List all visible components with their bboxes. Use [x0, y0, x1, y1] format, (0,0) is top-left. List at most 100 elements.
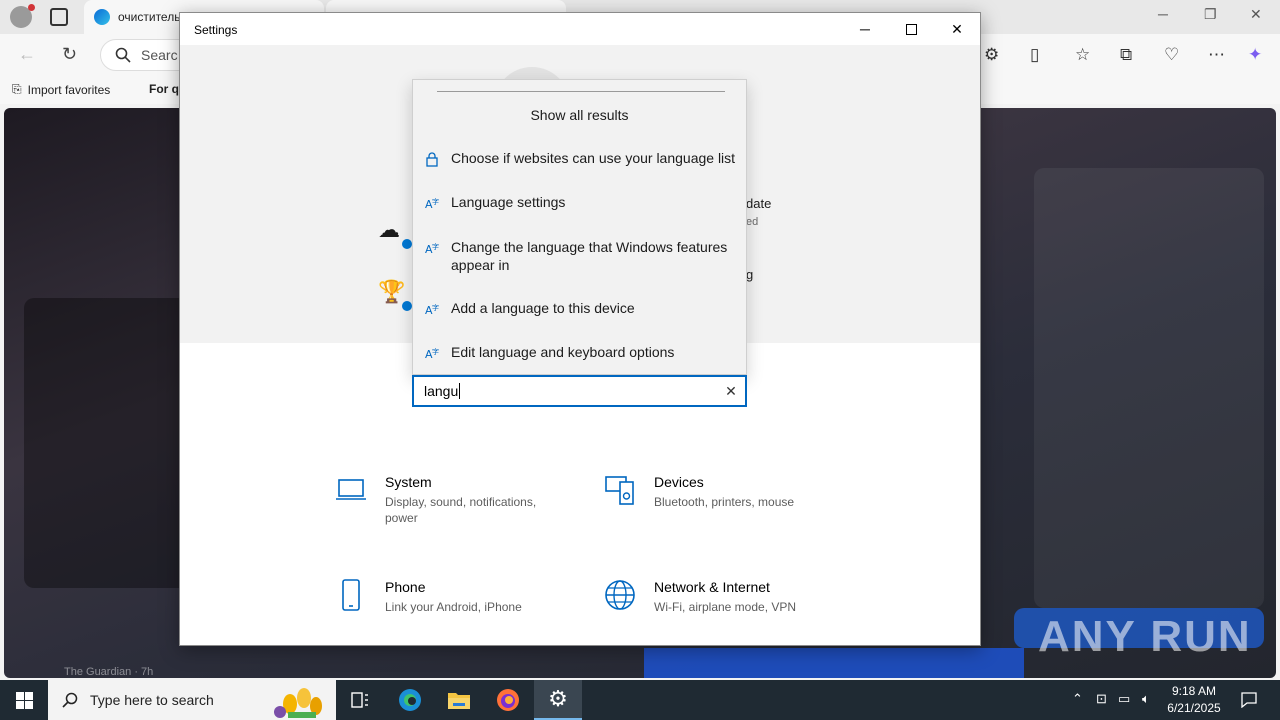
collections-icon[interactable]: ⧉ — [1120, 45, 1132, 65]
edge-close-icon[interactable]: ✕ — [1250, 6, 1262, 23]
language-icon: A字 — [425, 240, 439, 256]
profile-avatar[interactable] — [10, 4, 35, 28]
anyrun-watermark: ANY RUN — [1038, 612, 1252, 661]
category-title: Network & Internet — [654, 579, 770, 595]
firefox-icon — [497, 689, 519, 711]
suggestion-item[interactable]: A字 Edit language and keyboard options — [425, 343, 740, 361]
svg-text:字: 字 — [432, 347, 439, 356]
rewards-status[interactable]: 🏆 — [378, 277, 414, 313]
copilot-icon[interactable]: ✦ — [1248, 45, 1262, 65]
edge-tab-favicon-icon — [94, 9, 110, 25]
laptop-icon — [335, 474, 367, 506]
blurred-strip — [644, 648, 1024, 678]
notifications-button[interactable] — [1226, 680, 1272, 720]
suggestion-item[interactable]: A字 Change the language that Windows feat… — [425, 238, 740, 274]
windows-logo-icon — [15, 691, 33, 709]
minimize-button[interactable]: ─ — [842, 13, 888, 45]
svg-text:字: 字 — [432, 303, 439, 312]
import-icon: ⎘ — [12, 82, 22, 96]
task-view-button[interactable] — [336, 680, 384, 720]
file-explorer-button[interactable] — [435, 680, 483, 720]
category-desc: Link your Android, iPhone — [385, 600, 522, 614]
category-devices[interactable]: Devices Bluetooth, printers, mouse — [604, 474, 824, 510]
show-hidden-icons[interactable]: ⌃ — [1072, 691, 1083, 707]
show-all-results[interactable]: Show all results — [413, 107, 746, 123]
close-icon: ✕ — [951, 20, 963, 37]
category-phone[interactable]: Phone Link your Android, iPhone — [335, 579, 555, 615]
settings-search-input[interactable]: langu ✕ — [412, 375, 747, 407]
device-icon[interactable]: ⊡ — [1096, 691, 1107, 707]
import-favorites-label: Import favorites — [27, 82, 111, 97]
language-icon: A字 — [425, 345, 439, 361]
window-title: Settings — [194, 23, 238, 37]
minimize-icon: ─ — [860, 21, 870, 37]
devices-icon — [604, 474, 636, 506]
start-button[interactable] — [0, 680, 48, 720]
taskbar-clock[interactable]: 9:18 AM 6/21/2025 — [1160, 683, 1228, 717]
extensions-icon[interactable]: ⚙ — [984, 45, 999, 65]
notification-icon — [1241, 692, 1257, 708]
suggestion-label: Choose if websites can use your language… — [451, 150, 736, 166]
category-desc: Wi-Fi, airplane mode, VPN — [654, 600, 797, 614]
more-icon[interactable]: ⋯ — [1208, 45, 1225, 65]
search-input-value: langu — [424, 383, 459, 399]
search-suggestions: Show all results Choose if websites can … — [412, 79, 747, 375]
rewards-title[interactable]: g — [746, 267, 753, 282]
language-icon: A字 — [425, 301, 439, 317]
edge-minimize-icon[interactable]: ─ — [1158, 6, 1168, 22]
edge-taskbar-button[interactable] — [386, 680, 434, 720]
feed-source: The Guardian · 7h — [64, 666, 154, 678]
language-icon: A字 — [425, 195, 439, 211]
category-title: System — [385, 474, 432, 490]
network-icon[interactable]: ▭ — [1118, 691, 1130, 707]
settings-taskbar-button[interactable]: ⚙ — [534, 680, 582, 720]
settings-gear-icon: ⚙ — [548, 686, 568, 711]
favorites-icon[interactable]: ☆ — [1075, 45, 1090, 65]
close-button[interactable]: ✕ — [934, 13, 980, 45]
category-desc: Display, sound, notifications, power — [385, 495, 537, 525]
category-system[interactable]: System Display, sound, notifications, po… — [335, 474, 555, 526]
category-title: Phone — [385, 579, 426, 595]
maximize-button[interactable] — [888, 13, 934, 45]
suggestion-item[interactable]: A字 Add a language to this device — [425, 299, 740, 317]
taskbar: Type here to search ⚙ ⌃ ⊡ ▭ 🔈︎ 9:18 AM 6… — [0, 680, 1280, 720]
firefox-button[interactable] — [484, 680, 532, 720]
import-favorites-link[interactable]: ⎘ Import favorites — [12, 82, 110, 97]
phone-icon — [335, 579, 367, 611]
category-network[interactable]: Network & Internet Wi-Fi, airplane mode,… — [604, 579, 824, 615]
svg-text:字: 字 — [432, 197, 439, 206]
taskbar-search-placeholder: Type here to search — [90, 692, 214, 708]
split-screen-icon[interactable]: ▯ — [1030, 45, 1039, 65]
suggestion-label: Language settings — [451, 194, 566, 210]
separator — [437, 91, 725, 92]
windows-update-title[interactable]: date — [746, 196, 771, 211]
cloud-icon: ☁ — [378, 215, 414, 251]
task-view-icon — [351, 692, 368, 708]
suggestion-item[interactable]: Choose if websites can use your language… — [425, 149, 740, 167]
edge-icon — [399, 689, 421, 711]
search-icon — [62, 692, 78, 708]
refresh-icon[interactable]: ↻ — [62, 44, 77, 65]
windows-update-sub: ed — [746, 216, 759, 228]
suggestion-item[interactable]: A字 Language settings — [425, 193, 740, 211]
taskbar-search-box[interactable]: Type here to search — [48, 680, 336, 720]
back-icon[interactable]: ← — [18, 44, 36, 65]
suggestion-label: Add a language to this device — [451, 300, 635, 316]
address-text: Searc — [141, 47, 178, 63]
flowers-icon — [274, 688, 322, 718]
browser-essentials-icon[interactable]: ♡ — [1164, 45, 1179, 65]
maximize-icon — [905, 23, 917, 35]
tab-actions-icon[interactable] — [50, 8, 68, 26]
lock-icon — [425, 151, 439, 167]
volume-icon[interactable]: 🔈︎ — [1142, 691, 1150, 707]
onedrive-status[interactable]: ☁ — [378, 215, 414, 251]
category-title: Devices — [654, 474, 704, 490]
suggestion-label: Change the language that Windows feature… — [451, 239, 728, 273]
clear-search-icon[interactable]: ✕ — [723, 383, 739, 399]
clock-time: 9:18 AM — [1171, 684, 1217, 698]
settings-titlebar: Settings ─ ✕ — [180, 13, 980, 45]
clock-date: 6/21/2025 — [1167, 701, 1221, 715]
trophy-icon: 🏆 — [378, 277, 414, 313]
text-caret — [459, 383, 461, 399]
edge-restore-icon[interactable]: ❐ — [1204, 6, 1217, 23]
